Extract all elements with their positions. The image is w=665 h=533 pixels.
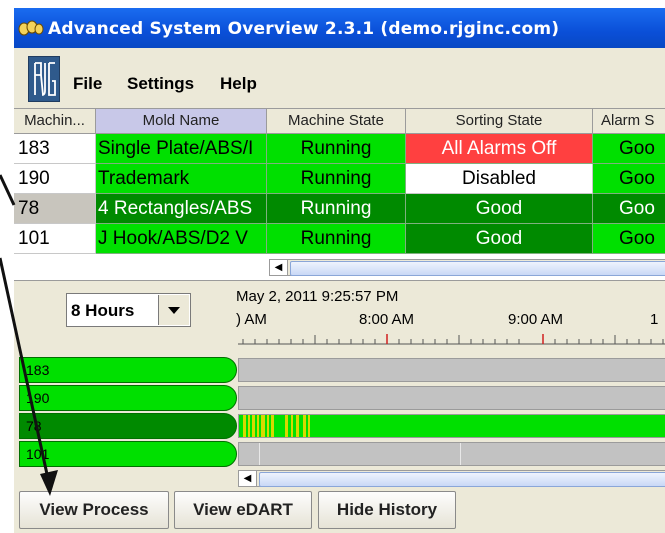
history-horizontal-scrollbar[interactable]: ◀ [238, 470, 665, 487]
table-cell-mold[interactable]: Single Plate/ABS/I [96, 134, 267, 164]
table-cell-machine-state[interactable]: Running [267, 194, 406, 224]
history-date: May 2, 2011 9:25:57 PM [236, 288, 399, 305]
time-label: 1 [650, 311, 659, 328]
col-header-alarm[interactable]: Alarm S [593, 109, 665, 134]
time-label: 8:00 AM [359, 311, 415, 328]
table-cell-machine[interactable]: 190 [14, 164, 96, 194]
history-row-label[interactable]: 78 [19, 413, 237, 439]
time-range-value: 8 Hours [71, 301, 135, 320]
menu-file[interactable]: File [73, 74, 102, 94]
history-row-label[interactable]: 183 [19, 357, 237, 383]
window-title: Advanced System Overview 2.3.1 (demo.rjg… [48, 19, 560, 39]
view-process-button[interactable]: View Process [19, 491, 169, 529]
table-cell-mold[interactable]: J Hook/ABS/D2 V [96, 224, 267, 254]
menu-help[interactable]: Help [220, 74, 257, 94]
time-range-select[interactable]: 8 Hours [66, 293, 191, 327]
app-icon [18, 20, 44, 36]
table-cell-mold[interactable]: 4 Rectangles/ABS [96, 194, 267, 224]
table-cell-machine[interactable]: 78 [14, 194, 96, 224]
table-cell-machine[interactable]: 101 [14, 224, 96, 254]
col-header-mold-name[interactable]: Mold Name [96, 109, 267, 134]
table-cell-alarm[interactable]: Goo [593, 134, 665, 164]
machine-table: Machin... Mold Name Machine State Sortin… [14, 108, 665, 281]
app-window: Advanced System Overview 2.3.1 (demo.rjg… [14, 8, 665, 533]
time-label: 9:00 AM [508, 311, 564, 328]
history-alarm-stripes [243, 415, 310, 437]
arrow-left-icon[interactable]: ◀ [239, 471, 257, 486]
col-header-machine-state[interactable]: Machine State [267, 109, 406, 134]
chevron-down-icon[interactable] [158, 295, 189, 325]
table-horizontal-scrollbar[interactable]: ◀ [269, 259, 665, 276]
history-track [238, 442, 665, 466]
table-cell-alarm[interactable]: Goo [593, 164, 665, 194]
scrollbar-thumb[interactable] [290, 261, 665, 276]
table-cell-sorting-state[interactable]: Good [406, 194, 593, 224]
col-header-sorting-state[interactable]: Sorting State [406, 109, 593, 134]
scrollbar-thumb[interactable] [259, 472, 665, 487]
time-label: ) AM [236, 311, 267, 328]
col-header-machine[interactable]: Machin... [14, 109, 96, 134]
table-cell-alarm[interactable]: Goo [593, 194, 665, 224]
table-cell-alarm[interactable]: Goo [593, 224, 665, 254]
view-edart-button[interactable]: View eDART [174, 491, 312, 529]
menu-settings[interactable]: Settings [127, 74, 194, 94]
title-bar[interactable]: Advanced System Overview 2.3.1 (demo.rjg… [14, 8, 665, 48]
button-bar: View Process View eDART Hide History [14, 488, 665, 533]
hide-history-button[interactable]: Hide History [318, 491, 456, 529]
arrow-left-icon[interactable]: ◀ [270, 260, 288, 275]
table-cell-mold[interactable]: Trademark [96, 164, 267, 194]
history-track [238, 358, 665, 382]
time-ruler [238, 334, 665, 345]
history-track [238, 414, 665, 438]
menu-bar: File Settings Help [14, 48, 665, 108]
table-cell-machine[interactable]: 183 [14, 134, 96, 164]
table-cell-sorting-state[interactable]: Good [406, 224, 593, 254]
table-cell-machine-state[interactable]: Running [267, 164, 406, 194]
history-row-label[interactable]: 190 [19, 385, 237, 411]
table-cell-sorting-state[interactable]: Disabled [406, 164, 593, 194]
history-panel: 8 Hours May 2, 2011 9:25:57 PM ) AM 8:00… [14, 280, 665, 489]
history-row-label[interactable]: 101 [19, 441, 237, 467]
table-cell-machine-state[interactable]: Running [267, 134, 406, 164]
table-cell-machine-state[interactable]: Running [267, 224, 406, 254]
table-cell-sorting-state[interactable]: All Alarms Off [406, 134, 593, 164]
history-track [238, 386, 665, 410]
rjg-logo [28, 56, 60, 102]
